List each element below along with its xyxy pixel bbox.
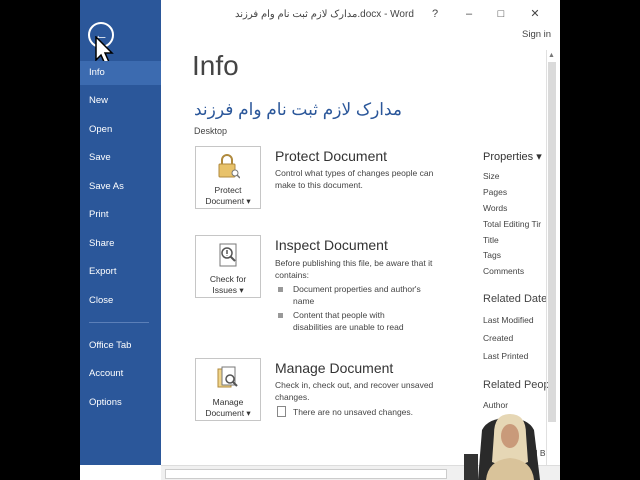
help-button[interactable]: ? <box>425 5 445 23</box>
inspect-title: Inspect Document <box>275 237 388 253</box>
sign-in-link[interactable]: Sign in <box>522 29 551 40</box>
nav-info[interactable]: Info <box>80 61 161 85</box>
window-title: مدارک لازم ثبت نام وام فرزند.docx - Word <box>235 9 414 20</box>
prop-created: Created <box>483 333 514 343</box>
related-dates-heading: Related Date <box>483 293 548 305</box>
nav-open[interactable]: Open <box>80 118 161 142</box>
nav-save-as[interactable]: Save As <box>80 175 161 199</box>
protect-desc: Control what types of changes people can… <box>275 168 434 190</box>
close-button[interactable]: ✕ <box>525 5 545 23</box>
scroll-up-icon[interactable]: ▲ <box>548 52 555 59</box>
backstage-sidebar: ← Info New Open Save Save As Print Share… <box>80 0 161 465</box>
document-page-icon <box>277 406 286 417</box>
nav-save[interactable]: Save <box>80 146 161 170</box>
nav-divider <box>89 322 149 323</box>
nav-office-tab[interactable]: Office Tab <box>80 334 161 358</box>
nav-options[interactable]: Options <box>80 391 161 415</box>
prop-size: Size <box>483 171 500 181</box>
maximize-button[interactable]: □ <box>491 5 511 23</box>
related-people-heading: Related Peop <box>483 379 550 391</box>
document-name: مدارک لازم ثبت نام وام فرزند <box>194 100 403 119</box>
nav-close[interactable]: Close <box>80 289 161 313</box>
inspect-document-icon <box>219 243 237 267</box>
prop-title: Title <box>483 235 499 245</box>
page-title: Info <box>192 50 239 81</box>
manage-title: Manage Document <box>275 360 394 376</box>
hscroll-thumb[interactable] <box>165 469 447 479</box>
prop-comments: Comments <box>483 266 525 276</box>
inspect-bullet-2: Content that people with disabilities ar… <box>293 310 404 332</box>
protect-title: Protect Document <box>275 148 388 164</box>
minimize-button[interactable]: – <box>459 5 479 23</box>
nav-print[interactable]: Print <box>80 203 161 227</box>
outer-black-border <box>560 0 640 480</box>
properties-dropdown[interactable]: Properties ▾ <box>483 150 542 163</box>
protect-document-button[interactable]: Protect Document ▾ <box>195 146 261 209</box>
lock-key-icon <box>218 154 241 179</box>
webcam-overlay-image <box>464 414 540 480</box>
document-location[interactable]: Desktop <box>194 126 227 136</box>
bullet-icon <box>278 313 283 318</box>
prop-pages: Pages <box>483 187 508 197</box>
manage-desc: Check in, check out, and recover unsaved… <box>275 380 434 402</box>
prop-words: Words <box>483 203 508 213</box>
prop-tags: Tags <box>483 250 501 260</box>
manage-document-icon <box>217 366 238 388</box>
prop-total-editing-time: Total Editing Tir <box>483 219 542 229</box>
nav-account[interactable]: Account <box>80 362 161 386</box>
unsaved-changes-note: There are no unsaved changes. <box>293 407 414 417</box>
scroll-thumb[interactable] <box>548 62 556 422</box>
title-bar: مدارک لازم ثبت نام وام فرزند.docx - Word… <box>161 0 560 30</box>
nav-export[interactable]: Export <box>80 260 161 284</box>
inspect-desc: Before publishing this file, be aware th… <box>275 258 433 280</box>
protect-button-label: Protect Document ▾ <box>205 185 251 206</box>
prop-last-printed: Last Printed <box>483 351 529 361</box>
check-issues-label: Check for Issues ▾ <box>209 274 247 295</box>
inspect-bullet-1: Document properties and author's name <box>293 284 421 306</box>
prop-last-modified: Last Modified <box>483 315 534 325</box>
manage-document-button[interactable]: Manage Document ▾ <box>195 358 261 421</box>
nav-share[interactable]: Share <box>80 232 161 256</box>
nav-new[interactable]: New <box>80 89 161 113</box>
bullet-icon <box>278 287 283 292</box>
check-for-issues-button[interactable]: Check for Issues ▾ <box>195 235 261 298</box>
manage-button-label: Manage Document ▾ <box>205 397 251 418</box>
